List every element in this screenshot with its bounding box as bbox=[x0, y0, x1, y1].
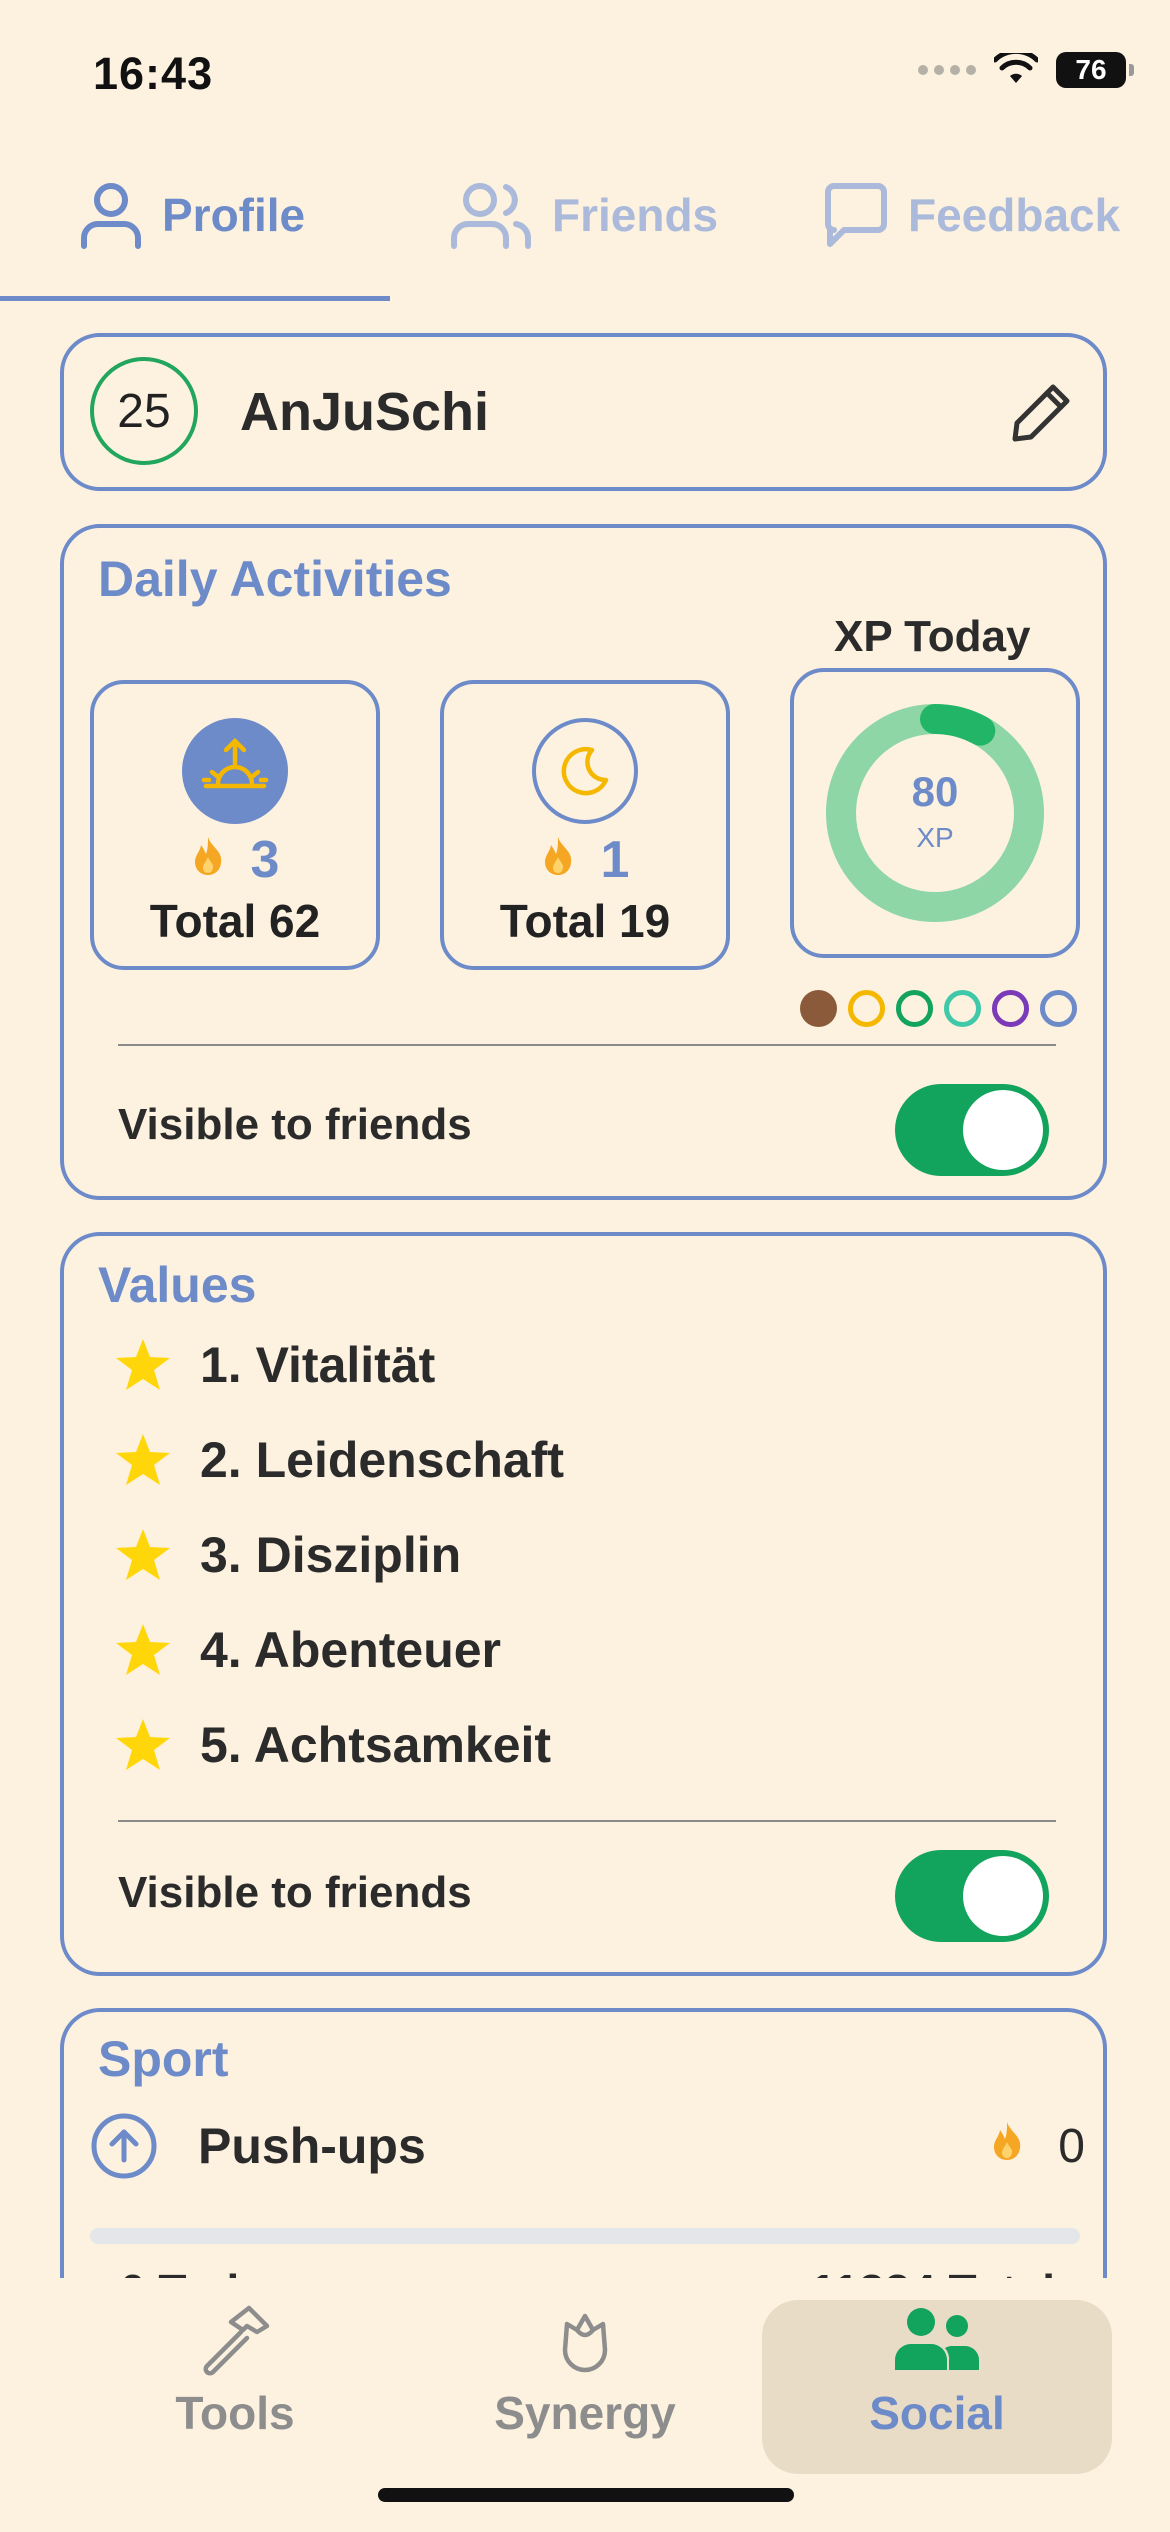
sport-card: Sport Push-ups 0 0 Today 11334 Total bbox=[60, 2008, 1107, 2278]
exercise-streak: 0 bbox=[990, 2119, 1085, 2174]
flame-icon bbox=[990, 2119, 1024, 2174]
nav-social-label: Social bbox=[869, 2387, 1005, 2439]
hammer-icon bbox=[203, 2305, 270, 2376]
nav-synergy-label: Synergy bbox=[494, 2387, 676, 2439]
nav-social[interactable]: Social bbox=[762, 2300, 1112, 2474]
users-fill-icon bbox=[895, 2308, 979, 2370]
exercise-today: 0 Today bbox=[120, 2264, 290, 2278]
exercise-name: Push-ups bbox=[198, 2118, 426, 2174]
sport-title: Sport bbox=[98, 2031, 229, 2087]
nav-synergy[interactable]: Synergy bbox=[410, 2300, 760, 2474]
nav-tools-label: Tools bbox=[175, 2387, 295, 2439]
home-indicator bbox=[378, 2488, 794, 2502]
pushups-row[interactable]: Push-ups 0 bbox=[90, 2112, 1085, 2180]
rose-icon bbox=[562, 2313, 608, 2373]
arrow-up-circle-icon bbox=[91, 2113, 157, 2179]
exercise-progress-bar bbox=[90, 2228, 1080, 2244]
exercise-total: 11334 Total bbox=[810, 2264, 1055, 2278]
nav-tools[interactable]: Tools bbox=[60, 2300, 410, 2474]
exercise-streak-count: 0 bbox=[1058, 2119, 1085, 2173]
